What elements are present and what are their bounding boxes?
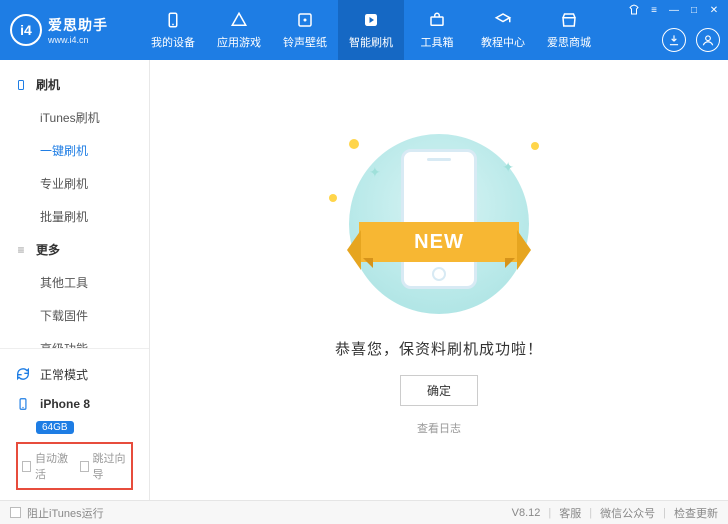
store-icon — [559, 10, 579, 30]
section-title: 刷机 — [36, 76, 60, 93]
user-button[interactable] — [696, 28, 720, 52]
checkbox-skip-wizard[interactable]: 跳过向导 — [80, 450, 128, 482]
capacity-badge: 64GB — [36, 421, 74, 434]
nav-label: 智能刷机 — [349, 34, 393, 50]
nav-label: 教程中心 — [481, 34, 525, 50]
close-button[interactable]: ✕ — [705, 3, 723, 17]
brand-subtitle: www.i4.cn — [48, 35, 108, 45]
view-log-link[interactable]: 查看日志 — [417, 420, 461, 436]
menu-icon: ≡ — [14, 243, 28, 257]
brand-title: 爱思助手 — [48, 15, 108, 35]
nav-apps[interactable]: 应用游戏 — [206, 0, 272, 60]
checkbox-icon — [10, 507, 21, 518]
device-icon — [163, 10, 183, 30]
options-highlighted-box: 自动激活 跳过向导 — [16, 442, 133, 490]
footer-link-update[interactable]: 检查更新 — [674, 505, 718, 521]
checkbox-label: 跳过向导 — [93, 450, 127, 482]
nav-store[interactable]: 爱思商城 — [536, 0, 602, 60]
mode-row[interactable]: 正常模式 — [10, 359, 139, 389]
phone-icon — [14, 78, 28, 92]
refresh-icon — [14, 365, 32, 383]
sidebar-item-advanced[interactable]: 高级功能 — [0, 332, 149, 348]
footer-link-wechat[interactable]: 微信公众号 — [600, 505, 655, 521]
sidebar-item-download-firmware[interactable]: 下载固件 — [0, 299, 149, 332]
nav-label: 铃声壁纸 — [283, 34, 327, 50]
nav-my-device[interactable]: 我的设备 — [140, 0, 206, 60]
menu-button[interactable]: ≡ — [645, 3, 663, 17]
nav-label: 工具箱 — [421, 34, 454, 50]
logo-area: i4 爱思助手 www.i4.cn — [0, 14, 140, 46]
mode-label: 正常模式 — [40, 366, 88, 383]
ringtone-icon — [295, 10, 315, 30]
sidebar-section-more[interactable]: ≡ 更多 — [0, 233, 149, 266]
checkbox-block-itunes[interactable]: 阻止iTunes运行 — [10, 505, 104, 521]
footer-link-support[interactable]: 客服 — [559, 505, 581, 521]
checkbox-label: 阻止iTunes运行 — [27, 505, 104, 521]
success-message: 恭喜您，保资料刷机成功啦！ — [335, 338, 543, 359]
header-right — [662, 28, 720, 52]
confirm-button[interactable]: 确定 — [400, 375, 478, 406]
checkbox-icon — [80, 461, 89, 472]
success-illustration: ✦ ✦ NEW — [329, 134, 549, 314]
maximize-button[interactable]: □ — [685, 3, 703, 17]
toolbox-icon — [427, 10, 447, 30]
header: i4 爱思助手 www.i4.cn 我的设备 应用游戏 铃声壁纸 智能刷机 工具… — [0, 0, 728, 60]
device-name: iPhone 8 — [40, 397, 90, 411]
window-controls: ≡ — □ ✕ — [620, 0, 728, 20]
section-title: 更多 — [36, 241, 60, 258]
checkbox-icon — [22, 461, 31, 472]
download-button[interactable] — [662, 28, 686, 52]
sidebar: 刷机 iTunes刷机 一键刷机 专业刷机 批量刷机 ≡ 更多 其他工具 下载固… — [0, 60, 150, 500]
phone-icon — [401, 149, 477, 289]
sidebar-item-itunes-flash[interactable]: iTunes刷机 — [0, 101, 149, 134]
device-row[interactable]: iPhone 8 — [10, 389, 139, 419]
sidebar-item-oneclick-flash[interactable]: 一键刷机 — [0, 134, 149, 167]
sidebar-item-batch-flash[interactable]: 批量刷机 — [0, 200, 149, 233]
version-label: V8.12 — [512, 507, 541, 519]
footer: 阻止iTunes运行 V8.12 | 客服 | 微信公众号 | 检查更新 — [0, 500, 728, 524]
nav-label: 爱思商城 — [547, 34, 591, 50]
main-panel: ✦ ✦ NEW 恭喜您，保资料刷机成功啦！ 确定 查看日志 — [150, 60, 728, 500]
nav-smart-flash[interactable]: 智能刷机 — [338, 0, 404, 60]
nav-ringtones[interactable]: 铃声壁纸 — [272, 0, 338, 60]
apps-icon — [229, 10, 249, 30]
new-ribbon: NEW — [359, 222, 519, 262]
checkbox-auto-activate[interactable]: 自动激活 — [22, 450, 70, 482]
skin-button[interactable] — [625, 3, 643, 17]
sidebar-item-pro-flash[interactable]: 专业刷机 — [0, 167, 149, 200]
nav-toolbox[interactable]: 工具箱 — [404, 0, 470, 60]
nav-tutorials[interactable]: 教程中心 — [470, 0, 536, 60]
nav-label: 我的设备 — [151, 34, 195, 50]
logo-icon: i4 — [10, 14, 42, 46]
device-icon — [14, 395, 32, 413]
sidebar-section-flash[interactable]: 刷机 — [0, 68, 149, 101]
nav-label: 应用游戏 — [217, 34, 261, 50]
flash-icon — [361, 10, 381, 30]
tutorial-icon — [493, 10, 513, 30]
checkbox-label: 自动激活 — [35, 450, 69, 482]
sidebar-item-other-tools[interactable]: 其他工具 — [0, 266, 149, 299]
sidebar-bottom: 正常模式 iPhone 8 64GB 自动激活 跳过向导 — [0, 348, 149, 500]
minimize-button[interactable]: — — [665, 3, 683, 17]
